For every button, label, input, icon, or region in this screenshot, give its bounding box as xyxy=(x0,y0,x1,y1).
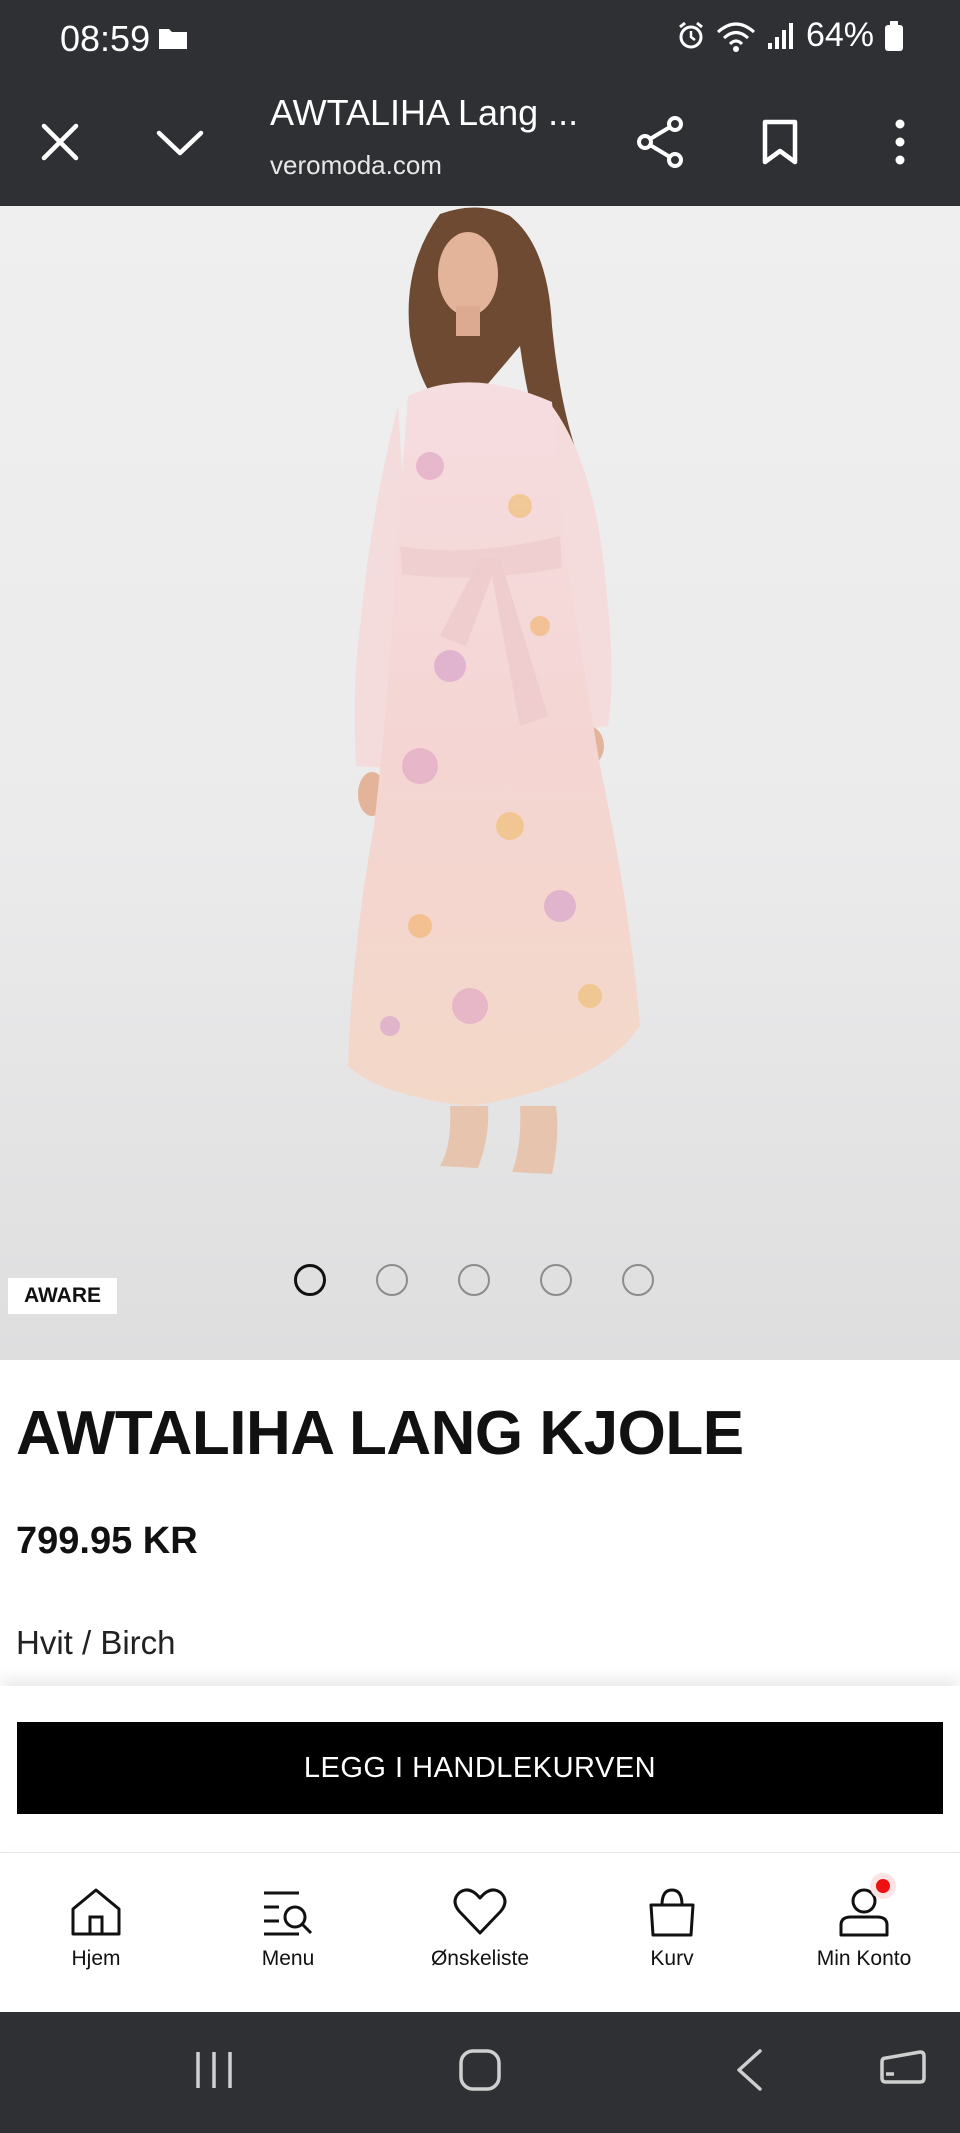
signal-icon xyxy=(767,22,793,49)
carousel-indicators xyxy=(294,1264,654,1296)
carousel-dot[interactable] xyxy=(294,1264,326,1296)
page-title: AWTALIHA Lang ... xyxy=(270,92,579,133)
nav-wishlist[interactable]: Ønskeliste xyxy=(384,1853,576,2013)
product-photo xyxy=(348,207,640,1174)
nav-home-label: Hjem xyxy=(71,1947,121,1970)
close-icon xyxy=(41,123,79,161)
add-to-cart-button[interactable]: LEGG I HANDLEKURVEN xyxy=(17,1722,943,1814)
system-navigation-bar xyxy=(0,2012,960,2133)
more-options-button[interactable] xyxy=(870,112,930,172)
screen-rotate-icon[interactable] xyxy=(878,2048,926,2092)
home-button-icon[interactable] xyxy=(458,2048,502,2092)
home-icon xyxy=(71,1888,121,1936)
product-price: 799.95 KR xyxy=(16,1520,198,1562)
minimize-button[interactable] xyxy=(150,112,210,172)
nav-home[interactable]: Hjem xyxy=(0,1853,192,2013)
chevron-down-icon xyxy=(156,130,204,156)
page-url[interactable]: veromoda.com xyxy=(270,150,442,181)
nav-account[interactable]: Min Konto xyxy=(768,1853,960,2013)
menu-search-icon xyxy=(264,1891,313,1936)
carousel-dot[interactable] xyxy=(376,1264,408,1296)
notification-dot xyxy=(876,1879,890,1893)
status-bar: 08:59 64% xyxy=(0,0,960,78)
product-image-carousel[interactable]: AWARE xyxy=(0,206,960,1360)
nav-wishlist-label: Ønskeliste xyxy=(430,1947,530,1970)
folder-icon xyxy=(159,29,187,49)
product-color: Hvit / Birch xyxy=(16,1624,176,1661)
add-to-cart-section: LEGG I HANDLEKURVEN xyxy=(0,1686,960,1846)
carousel-dot[interactable] xyxy=(540,1264,572,1296)
bottom-navigation: Hjem Menu Ønskeliste Kurv Min Konto xyxy=(0,1852,960,2013)
battery-icon xyxy=(885,20,903,51)
carousel-dot[interactable] xyxy=(622,1264,654,1296)
bookmark-button[interactable] xyxy=(750,112,810,172)
recent-apps-icon[interactable] xyxy=(192,2048,236,2092)
close-button[interactable] xyxy=(30,112,90,172)
status-indicators: 64% xyxy=(676,16,904,55)
more-vertical-icon xyxy=(895,119,905,165)
nav-menu-label: Menu xyxy=(261,1947,315,1970)
shopping-bag-icon xyxy=(649,1888,695,1937)
wifi-icon xyxy=(716,22,755,52)
product-title: AWTALIHA LANG KJOLE xyxy=(16,1399,744,1468)
user-icon xyxy=(839,1888,889,1937)
aware-badge: AWARE xyxy=(8,1278,118,1314)
share-icon xyxy=(637,116,683,168)
heart-icon xyxy=(453,1888,507,1935)
alarm-icon xyxy=(679,21,703,48)
back-icon[interactable] xyxy=(734,2048,764,2092)
nav-cart[interactable]: Kurv xyxy=(576,1853,768,2013)
nav-account-label: Min Konto xyxy=(816,1947,912,1970)
nav-cart-label: Kurv xyxy=(650,1947,694,1970)
battery-percent: 64% xyxy=(805,16,874,54)
bookmark-icon xyxy=(762,119,798,165)
share-button[interactable] xyxy=(630,112,690,172)
carousel-dot[interactable] xyxy=(458,1264,490,1296)
status-time: 08:59 xyxy=(60,18,151,59)
browser-toolbar: AWTALIHA Lang ... veromoda.com xyxy=(0,78,960,206)
nav-menu[interactable]: Menu xyxy=(192,1853,384,2013)
